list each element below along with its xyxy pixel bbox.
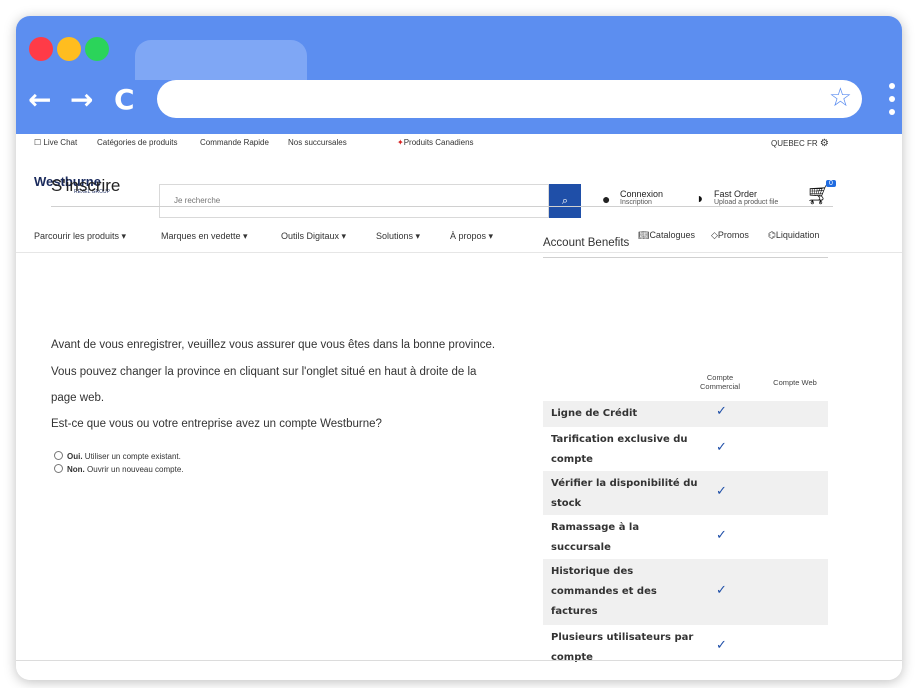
quick-order-link[interactable]: Commande Rapide — [200, 138, 269, 147]
nav-browse-products[interactable]: Parcourir les produits ▾ — [34, 231, 126, 242]
checkmark-icon: ✓ — [716, 528, 727, 543]
option-yes-bold: Oui. — [67, 452, 83, 461]
forward-arrow-icon[interactable]: → — [70, 86, 93, 114]
chat-icon: ☐ — [34, 138, 42, 147]
nav-featured-brands[interactable]: Marques en vedette ▾ — [161, 231, 248, 242]
benefit-row: Vérifier la disponibilité du stock ✓ — [543, 471, 828, 515]
cart-button[interactable]: 🛒︎ 0 — [806, 180, 836, 207]
browser-frame-strip — [16, 126, 902, 134]
register-label: Inscription — [620, 199, 652, 206]
radio-button-new[interactable] — [54, 464, 63, 473]
column-commercial-account: Compte Commercial — [699, 373, 740, 391]
nav-solutions[interactable]: Solutions ▾ — [376, 231, 420, 242]
column-web-account: Compte Web — [773, 378, 817, 387]
close-window-button[interactable] — [29, 37, 53, 61]
account-question: Est-ce que vous ou votre entreprise avez… — [51, 418, 382, 430]
option-existing-account[interactable]: Oui. Utiliser un compte existant. — [54, 451, 181, 461]
benefit-label: Tarification exclusive du compte — [551, 434, 688, 465]
nav-about[interactable]: À propos ▾ — [450, 231, 493, 242]
login-link[interactable]: ● Connexion Inscription — [602, 189, 664, 207]
fast-order-icon: ◗ — [696, 190, 705, 206]
catalogues-link[interactable]: 📖︎Catalogues — [638, 230, 695, 241]
tag-icon: ◇ — [711, 230, 718, 240]
page-title: S'inscrire — [51, 176, 121, 195]
benefit-row: Ramassage à la succursale ✓ — [543, 515, 828, 559]
checkmark-icon: ✓ — [716, 404, 727, 419]
minimize-window-button[interactable] — [57, 37, 81, 61]
live-chat-label: Live Chat — [43, 138, 78, 147]
browser-window: ← → C ☆ ☐ Live Chat Catégories de produi… — [16, 16, 902, 680]
branches-link[interactable]: Nos succursales — [288, 138, 347, 147]
checkmark-icon: ✓ — [716, 638, 727, 653]
canadian-products-label: Produits Canadiens — [403, 138, 474, 147]
cart-icon: 🛒︎ — [806, 184, 832, 206]
page-bottom-divider — [16, 660, 902, 661]
benefits-divider — [543, 257, 828, 258]
option-no-bold: Non. — [67, 465, 85, 474]
categories-link[interactable]: Catégories de produits — [97, 138, 178, 147]
account-benefits-title: Account Benefits — [543, 237, 630, 249]
browser-menu-icon[interactable] — [889, 83, 895, 117]
checkmark-icon: ✓ — [716, 484, 727, 499]
maximize-window-button[interactable] — [85, 37, 109, 61]
liquidation-label: Liquidation — [775, 230, 820, 240]
maple-leaf-icon: ✦ — [397, 138, 404, 147]
search-button[interactable]: ⌕ — [549, 184, 581, 218]
header-divider — [16, 252, 902, 253]
option-yes-label: Utiliser un compte existant. — [84, 452, 181, 461]
book-icon: 📖︎ — [638, 230, 650, 240]
search-input[interactable] — [172, 195, 536, 206]
benefit-row: Historique des commandes et des factures… — [543, 559, 828, 625]
benefit-label: Historique des commandes et des factures — [551, 566, 657, 617]
option-new-account[interactable]: Non. Ouvrir un nouveau compte. — [54, 464, 184, 474]
gear-icon[interactable]: ⚙ — [820, 138, 829, 149]
benefit-row: Tarification exclusive du compte ✓ — [543, 427, 828, 471]
benefit-label: Plusieurs utilisateurs par compte — [551, 632, 694, 663]
fast-order-link[interactable]: ◗ Fast Order Upload a product file — [696, 189, 778, 206]
cart-count-badge: 0 — [826, 180, 836, 187]
liquidation-link[interactable]: ⌬Liquidation — [768, 230, 819, 241]
canadian-products-link[interactable]: ✦Produits Canadiens — [397, 138, 474, 147]
fast-order-title: Fast Order — [714, 189, 758, 199]
fast-order-subtitle: Upload a product file — [714, 199, 779, 206]
region-selector[interactable]: QUEBEC FR ⚙ — [771, 138, 829, 149]
checkmark-icon: ✓ — [716, 583, 727, 598]
address-bar[interactable]: ☆ — [157, 80, 862, 118]
login-title: Connexion — [620, 189, 664, 199]
browser-tab[interactable] — [135, 40, 307, 80]
option-no-label: Ouvrir un nouveau compte. — [87, 465, 184, 474]
benefit-row: Plusieurs utilisateurs par compte ✓ — [543, 625, 828, 669]
reload-icon[interactable]: C — [114, 86, 135, 114]
nav-digital-tools[interactable]: Outils Digitaux ▾ — [281, 231, 346, 242]
region-label: QUEBEC FR — [771, 139, 818, 148]
back-arrow-icon[interactable]: ← — [28, 86, 51, 114]
radio-button-existing[interactable] — [54, 451, 63, 460]
user-icon: ● — [602, 191, 611, 207]
intro-paragraph-line-3: page web. — [51, 392, 105, 404]
liquidation-icon: ⌬ — [768, 230, 776, 240]
search-box — [159, 184, 549, 218]
intro-paragraph-line-2: Vous pouvez changer la province en cliqu… — [51, 366, 477, 378]
live-chat-link[interactable]: ☐ Live Chat — [34, 138, 77, 147]
title-divider — [51, 206, 833, 207]
promos-link[interactable]: ◇Promos — [711, 230, 749, 241]
checkmark-icon: ✓ — [716, 440, 727, 455]
star-icon[interactable]: ☆ — [829, 83, 852, 113]
benefit-label: Vérifier la disponibilité du stock — [551, 478, 698, 509]
promos-label: Promos — [717, 230, 749, 240]
benefit-label: Ramassage à la succursale — [551, 522, 640, 553]
benefit-row: Ligne de Crédit ✓ — [543, 401, 828, 427]
intro-paragraph-line-1: Avant de vous enregistrer, veuillez vous… — [51, 339, 496, 351]
catalogues-label: Catalogues — [649, 230, 695, 240]
benefit-label: Ligne de Crédit — [551, 408, 638, 419]
